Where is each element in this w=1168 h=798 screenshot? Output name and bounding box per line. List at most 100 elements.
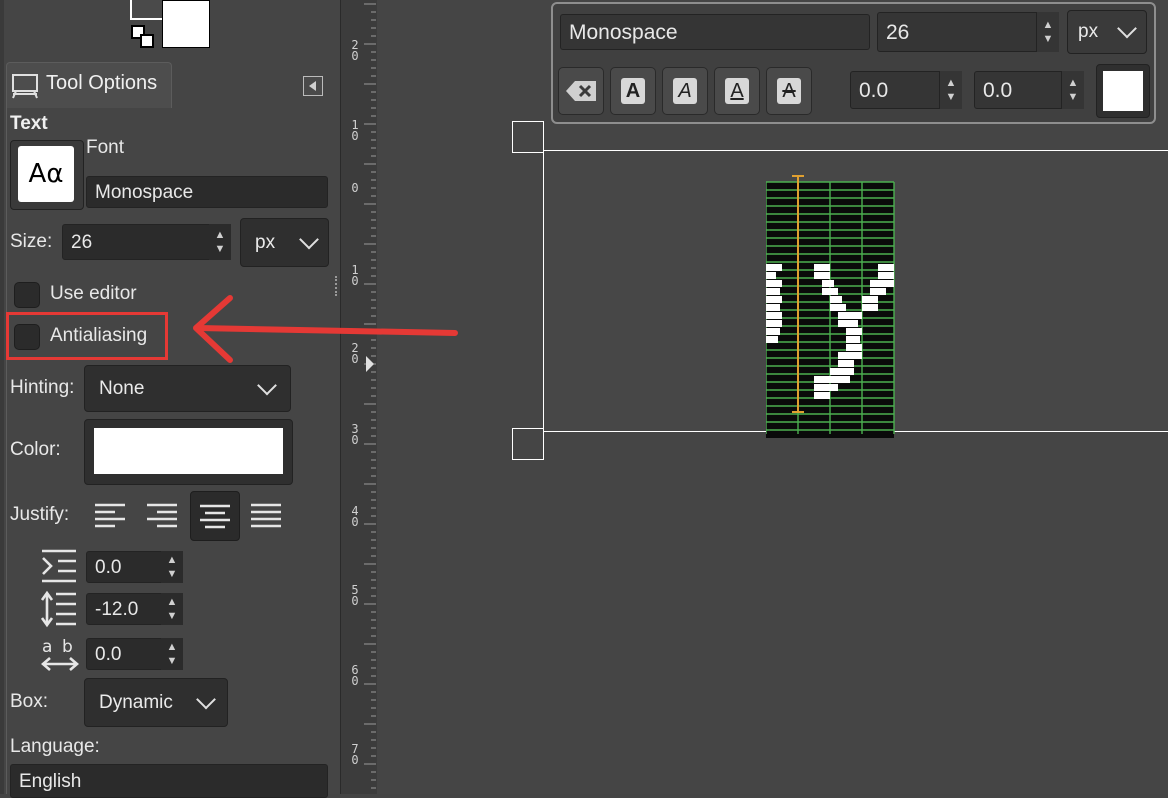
ruler-label: 10 [351,263,359,288]
indent-icon [42,549,76,583]
annotation-highlight-box [6,312,168,360]
chevron-down-icon [299,229,319,249]
spin-up-icon[interactable]: ▲ [946,76,957,90]
spin-down-icon[interactable]: ▼ [167,654,178,668]
oc-baseline-input[interactable]: 0.0 [850,71,940,109]
size-unit-value: px [255,231,276,253]
ruler-label: 20 [351,38,359,63]
oc-size-input[interactable]: 26 [877,12,1037,52]
font-label: Font [86,137,125,158]
indent-input[interactable]: 0.0 [86,551,162,583]
ruler-label: 0 [351,181,359,195]
triangle-left-icon [309,81,316,91]
use-editor-label[interactable]: Use editor [50,283,137,305]
oc-kerning-spinner[interactable]: ▲ ▼ [1062,71,1084,109]
letter-spacing-input[interactable]: 0.0 [86,638,162,670]
underline-icon: A [725,78,749,104]
ruler-label: 40 [351,504,359,529]
ruler-label: 70 [351,742,359,767]
text-box-handle-bottom-left[interactable] [512,428,544,460]
color-label: Color: [10,439,61,460]
spin-down-icon[interactable]: ▼ [946,90,957,104]
oc-color-swatch [1103,71,1143,111]
align-justify-icon [251,503,281,528]
oc-size-spinner[interactable]: ▲ ▼ [1037,12,1059,52]
font-input[interactable]: Monospace [86,176,328,208]
align-center-icon [200,504,230,529]
oc-size-unit-dropdown[interactable]: px [1067,10,1147,54]
svg-text:b: b [62,637,73,657]
dock-edge [0,0,4,794]
tool-options-icon [12,74,38,99]
justify-right-button[interactable] [138,491,186,539]
letter-spacing-icon: a b [41,637,79,671]
spin-up-icon[interactable]: ▲ [167,595,178,609]
backspace-icon [566,81,596,101]
align-left-icon [95,503,125,528]
underline-button[interactable]: A [714,67,760,115]
language-input[interactable]: English [10,764,328,798]
spin-up-icon[interactable]: ▲ [1043,18,1054,32]
spin-down-icon[interactable]: ▼ [215,242,226,256]
spin-up-icon[interactable]: ▲ [167,553,178,567]
tab-label: Tool Options [46,72,158,94]
bold-button[interactable]: A [610,67,656,115]
section-title: Text [10,113,48,134]
line-spacing-spinner[interactable]: ▲ ▼ [161,593,183,625]
oc-baseline-spinner[interactable]: ▲ ▼ [940,71,962,109]
line-spacing-icon [40,590,76,628]
use-editor-checkbox[interactable] [14,282,40,308]
oc-font-input[interactable]: Monospace [560,14,870,50]
hinting-label: Hinting: [10,377,75,398]
ruler-label: 60 [351,663,359,688]
chevron-down-icon [1117,18,1137,39]
size-spinner[interactable]: ▲ ▼ [209,224,231,260]
strikethrough-icon: A [777,78,801,104]
size-unit-dropdown[interactable]: px [240,218,329,267]
hinting-value: None [99,377,145,399]
justify-center-button[interactable] [190,491,240,541]
spin-down-icon[interactable]: ▼ [167,609,178,623]
clear-style-button[interactable] [558,67,604,115]
font-preview[interactable]: Aα [18,146,74,202]
dock-menu-button[interactable] [303,76,323,96]
box-label: Box: [10,691,49,712]
language-label: Language: [10,736,100,757]
text-glyph-preview [766,175,895,438]
chevron-down-icon [257,375,277,395]
italic-button[interactable]: A [662,67,708,115]
oc-size-unit-value: px [1078,21,1099,42]
italic-icon: A [673,78,697,104]
size-label: Size: [10,231,53,252]
line-spacing-input[interactable]: -12.0 [86,593,162,625]
hinting-dropdown[interactable]: None [84,365,291,412]
box-mode-dropdown[interactable]: Dynamic [84,678,228,727]
box-mode-value: Dynamic [99,691,173,713]
size-input[interactable]: 26 [62,224,210,260]
spin-up-icon[interactable]: ▲ [215,228,226,242]
justify-fill-button[interactable] [242,491,290,539]
indent-spinner[interactable]: ▲ ▼ [161,551,183,583]
oc-color-button[interactable] [1096,64,1150,118]
ruler-label: 50 [351,583,359,608]
spin-down-icon[interactable]: ▼ [1068,90,1079,104]
text-color-swatch [94,428,283,474]
text-box-handle-top-left[interactable] [512,121,544,153]
strikethrough-button[interactable]: A [766,67,812,115]
spin-down-icon[interactable]: ▼ [1043,32,1054,46]
reset-colors-icon-back [140,34,154,48]
svg-text:a: a [42,637,52,657]
ruler-label: 10 [351,118,359,143]
spin-up-icon[interactable]: ▲ [1068,76,1079,90]
justify-left-button[interactable] [86,491,134,539]
spin-down-icon[interactable]: ▼ [167,567,178,581]
oc-kerning-input[interactable]: 0.0 [974,71,1062,109]
ruler-label: 30 [351,422,359,447]
bold-icon: A [621,78,645,104]
spin-up-icon[interactable]: ▲ [167,640,178,654]
justify-label: Justify: [10,504,70,525]
color-button[interactable] [84,419,293,485]
letter-spacing-spinner[interactable]: ▲ ▼ [161,638,183,670]
background-color-swatch[interactable] [162,0,210,48]
annotation-arrow [193,295,458,363]
